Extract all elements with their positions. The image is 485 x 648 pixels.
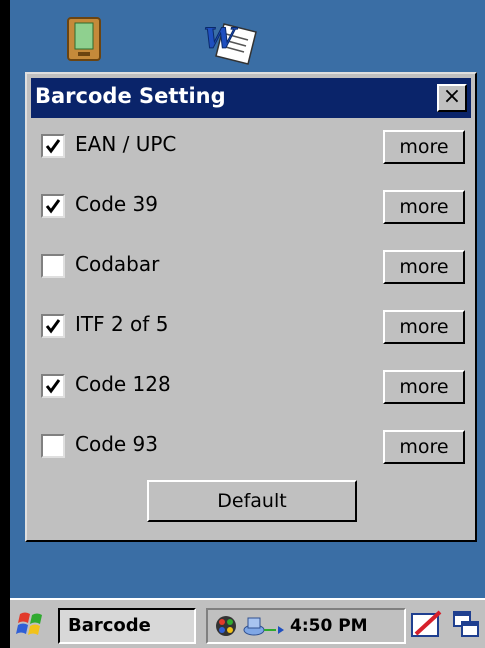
more-button-codabar[interactable]: more	[383, 250, 465, 284]
taskbar: Barcode 4:50 PM	[10, 598, 485, 648]
pen-icon[interactable]	[410, 610, 444, 644]
label-itf-2-of-5: ITF 2 of 5	[75, 312, 169, 336]
barcode-option-code-39: Code 39 more	[41, 190, 465, 226]
label-codabar: Codabar	[75, 252, 160, 276]
more-button-ean-upc[interactable]: more	[383, 130, 465, 164]
label-code-93: Code 93	[75, 432, 159, 456]
more-button-code-93[interactable]: more	[383, 430, 465, 464]
screen-bezel	[0, 0, 10, 648]
word-document-icon[interactable]: W	[204, 18, 262, 70]
window-switch-icon[interactable]	[452, 610, 482, 644]
checkbox-ean-upc[interactable]	[41, 134, 65, 158]
desktop: W Barcode Setting × EAN / UPC more Code …	[10, 0, 485, 648]
barcode-option-code-93: Code 93 more	[41, 430, 465, 466]
system-tray: 4:50 PM	[206, 608, 406, 644]
close-button[interactable]: ×	[437, 84, 467, 112]
barcode-option-code-128: Code 128 more	[41, 370, 465, 406]
label-code-128: Code 128	[75, 372, 171, 396]
start-flag-icon[interactable]	[14, 610, 50, 642]
check-icon	[45, 319, 61, 334]
check-icon	[45, 379, 61, 394]
check-icon	[45, 139, 61, 154]
network-icon[interactable]	[214, 614, 238, 642]
more-button-code-39[interactable]: more	[383, 190, 465, 224]
clock[interactable]: 4:50 PM	[290, 616, 368, 636]
svg-text:W: W	[204, 22, 238, 55]
barcode-option-ean-upc: EAN / UPC more	[41, 130, 465, 166]
checkbox-code-93[interactable]	[41, 434, 65, 458]
default-button[interactable]: Default	[147, 480, 357, 522]
barcode-option-codabar: Codabar more	[41, 250, 465, 286]
checkbox-code-128[interactable]	[41, 374, 65, 398]
checkbox-codabar[interactable]	[41, 254, 65, 278]
check-icon	[45, 199, 61, 214]
barcode-option-itf-2-of-5: ITF 2 of 5 more	[41, 310, 465, 346]
label-code-39: Code 39	[75, 192, 159, 216]
dialog-title: Barcode Setting	[35, 84, 226, 108]
pda-icon[interactable]	[66, 16, 104, 66]
barcode-setting-dialog: Barcode Setting × EAN / UPC more Code 39…	[25, 72, 477, 542]
task-button-barcode[interactable]: Barcode	[58, 608, 196, 644]
more-button-itf-2-of-5[interactable]: more	[383, 310, 465, 344]
label-ean-upc: EAN / UPC	[75, 132, 177, 156]
dialog-titlebar: Barcode Setting ×	[31, 78, 471, 118]
checkbox-itf-2-of-5[interactable]	[41, 314, 65, 338]
more-button-code-128[interactable]: more	[383, 370, 465, 404]
checkbox-code-39[interactable]	[41, 194, 65, 218]
connection-icon[interactable]	[242, 614, 286, 642]
